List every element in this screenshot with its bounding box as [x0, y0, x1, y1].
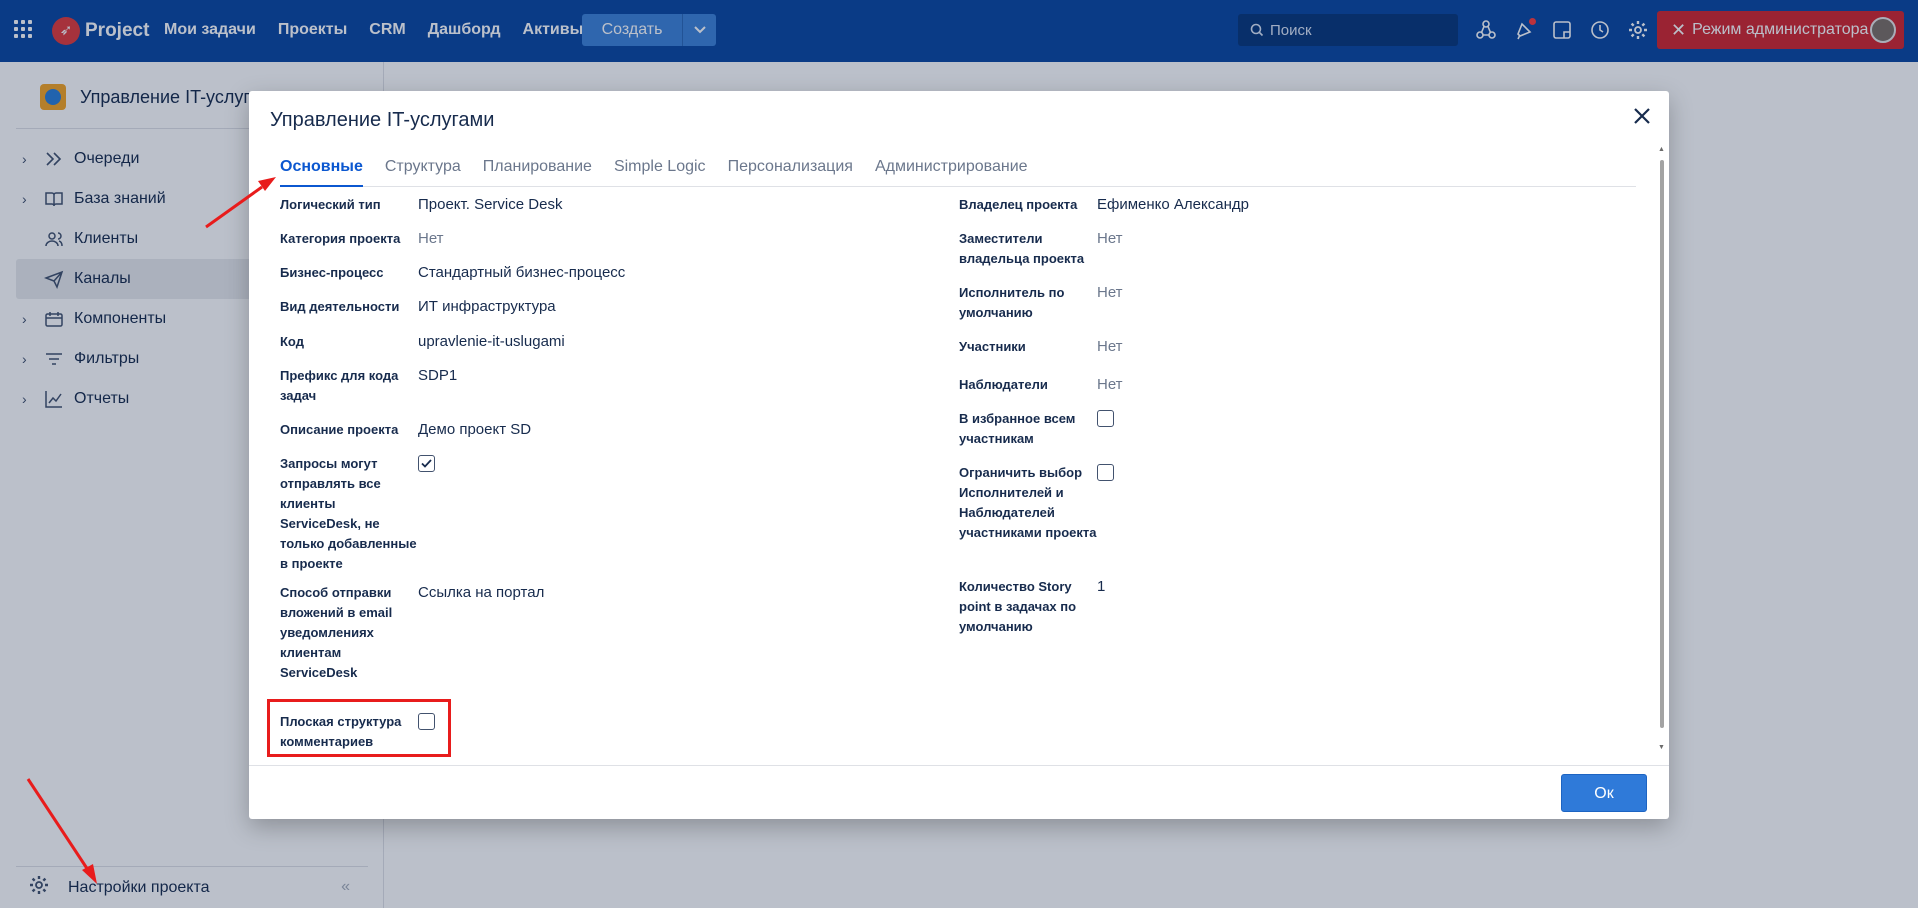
annotation-arrow-settings: [26, 778, 97, 884]
annotation-arrow-tab: [205, 177, 276, 229]
annotation-arrows: [26, 177, 276, 884]
